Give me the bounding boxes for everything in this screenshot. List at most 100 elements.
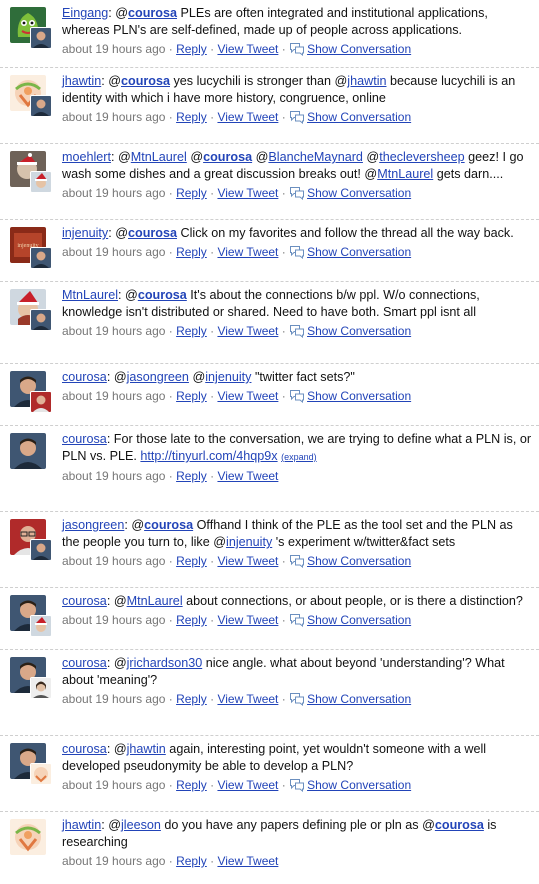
author-avatar[interactable] <box>10 433 46 469</box>
mention-link[interactable]: courosa <box>121 74 170 88</box>
reply-link[interactable]: Reply <box>176 692 207 706</box>
mention-link[interactable]: MtnLaurel <box>127 594 183 608</box>
reply-link[interactable]: Reply <box>176 324 207 338</box>
view-tweet-link[interactable]: View Tweet <box>217 389 278 403</box>
tweet-meta: about 19 hours ago · Reply · View Tweet … <box>62 553 412 569</box>
reply-link[interactable]: Reply <box>176 245 207 259</box>
tweet-text-fragment: : <box>106 742 114 756</box>
tweet-item: jasongreen: @courosa Offhand I think of … <box>0 512 539 588</box>
recipient-avatar[interactable] <box>30 763 52 785</box>
timestamp: about 19 hours ago <box>62 389 166 403</box>
view-tweet-link[interactable]: View Tweet <box>217 186 278 200</box>
author-link[interactable]: jasongreen <box>62 518 124 532</box>
reply-link[interactable]: Reply <box>176 389 207 403</box>
recipient-avatar[interactable] <box>30 677 52 699</box>
recipient-avatar[interactable] <box>30 247 52 269</box>
view-tweet-link[interactable]: View Tweet <box>217 42 278 56</box>
author-link[interactable]: courosa <box>62 656 107 670</box>
mention-link[interactable]: courosa <box>144 518 193 532</box>
recipient-avatar[interactable] <box>30 27 52 49</box>
conversation-icon <box>289 185 307 201</box>
avatar-group <box>10 519 54 563</box>
view-tweet-link[interactable]: View Tweet <box>217 245 278 259</box>
mention-link[interactable]: injenuity <box>226 535 272 549</box>
mention-link[interactable]: courosa <box>203 150 252 164</box>
tweet-item: MtnLaurel: @courosa It's about the conne… <box>0 282 539 364</box>
mention-link[interactable]: MtnLaurel <box>377 167 433 181</box>
mention-link[interactable]: jhawtin <box>127 742 166 756</box>
mention-link[interactable]: jleeson <box>121 818 161 832</box>
author-link[interactable]: courosa <box>62 432 107 446</box>
author-avatar[interactable] <box>10 819 46 855</box>
show-conversation-link[interactable]: Show Conversation <box>307 389 411 403</box>
mention-link[interactable]: courosa <box>435 818 484 832</box>
show-conversation-link[interactable]: Show Conversation <box>307 554 411 568</box>
mention-link[interactable]: courosa <box>128 226 177 240</box>
show-conversation-link[interactable]: Show Conversation <box>307 42 411 56</box>
author-link[interactable]: injenuity <box>62 226 108 240</box>
expand-link[interactable]: (expand) <box>281 452 317 462</box>
reply-link[interactable]: Reply <box>176 778 207 792</box>
author-link[interactable]: courosa <box>62 742 107 756</box>
show-conversation-link[interactable]: Show Conversation <box>307 778 411 792</box>
author-link[interactable]: moehlert <box>62 150 111 164</box>
recipient-avatar[interactable] <box>30 309 52 331</box>
recipient-avatar[interactable] <box>30 95 52 117</box>
mention-link[interactable]: jhawtin <box>347 74 386 88</box>
recipient-avatar[interactable] <box>30 391 52 413</box>
mention-link[interactable]: MtnLaurel <box>131 150 187 164</box>
author-link[interactable]: courosa <box>62 370 107 384</box>
tweet-meta: about 19 hours ago · Reply · View Tweet … <box>62 613 412 627</box>
conversation-icon <box>289 323 307 339</box>
mention-link[interactable]: jasongreen <box>127 370 189 384</box>
mention-link[interactable]: courosa <box>138 288 187 302</box>
view-tweet-link[interactable]: View Tweet <box>217 110 278 124</box>
view-tweet-link[interactable]: View Tweet <box>217 854 278 868</box>
reply-link[interactable]: Reply <box>176 613 207 627</box>
avatar-group: injenuity <box>10 227 54 271</box>
author-link[interactable]: jhawtin <box>62 74 101 88</box>
url-link[interactable]: http://tinyurl.com/4hqp9x <box>140 449 277 463</box>
reply-link[interactable]: Reply <box>176 554 207 568</box>
recipient-avatar[interactable] <box>30 171 52 193</box>
tweet-text-fragment: : <box>111 150 118 164</box>
tweet-text: jhawtin: @courosa yes lucychili is stron… <box>62 73 532 107</box>
author-link[interactable]: jhawtin <box>62 818 101 832</box>
show-conversation-link[interactable]: Show Conversation <box>307 692 411 706</box>
mention-at-sign: @ <box>118 150 131 164</box>
view-tweet-link[interactable]: View Tweet <box>217 613 278 627</box>
reply-link[interactable]: Reply <box>176 42 207 56</box>
show-conversation-link[interactable]: Show Conversation <box>307 324 411 338</box>
recipient-avatar[interactable] <box>30 615 52 637</box>
tweet-item: courosa: @jrichardson30 nice angle. what… <box>0 650 539 736</box>
reply-link[interactable]: Reply <box>176 854 207 868</box>
view-tweet-link[interactable]: View Tweet <box>217 692 278 706</box>
reply-link[interactable]: Reply <box>176 110 207 124</box>
mention-link[interactable]: injenuity <box>205 370 251 384</box>
show-conversation-link[interactable]: Show Conversation <box>307 613 411 627</box>
conversation-icon <box>289 388 307 404</box>
view-tweet-link[interactable]: View Tweet <box>217 554 278 568</box>
author-link[interactable]: Eingang <box>62 6 108 20</box>
tweet-meta: about 19 hours ago · Reply · View Tweet … <box>62 388 412 404</box>
author-link[interactable]: courosa <box>62 594 107 608</box>
recipient-avatar[interactable] <box>30 539 52 561</box>
tweet-meta: about 19 hours ago · Reply · View Tweet … <box>62 185 412 201</box>
show-conversation-link[interactable]: Show Conversation <box>307 186 411 200</box>
mention-link[interactable]: BlancheMaynard <box>268 150 363 164</box>
mention-link[interactable]: courosa <box>128 6 177 20</box>
view-tweet-link[interactable]: View Tweet <box>217 469 278 483</box>
mention-link[interactable]: jrichardson30 <box>127 656 203 670</box>
reply-link[interactable]: Reply <box>176 186 207 200</box>
show-conversation-link[interactable]: Show Conversation <box>307 245 411 259</box>
reply-link[interactable]: Reply <box>176 469 207 483</box>
view-tweet-link[interactable]: View Tweet <box>217 778 278 792</box>
author-link[interactable]: MtnLaurel <box>62 288 118 302</box>
avatar-group <box>10 75 54 119</box>
view-tweet-link[interactable]: View Tweet <box>217 324 278 338</box>
show-conversation-link[interactable]: Show Conversation <box>307 110 411 124</box>
timestamp: about 19 hours ago <box>62 778 166 792</box>
mention-link[interactable]: thecleversheep <box>379 150 464 164</box>
conversation-icon <box>289 553 307 569</box>
conversation-icon <box>289 691 307 707</box>
